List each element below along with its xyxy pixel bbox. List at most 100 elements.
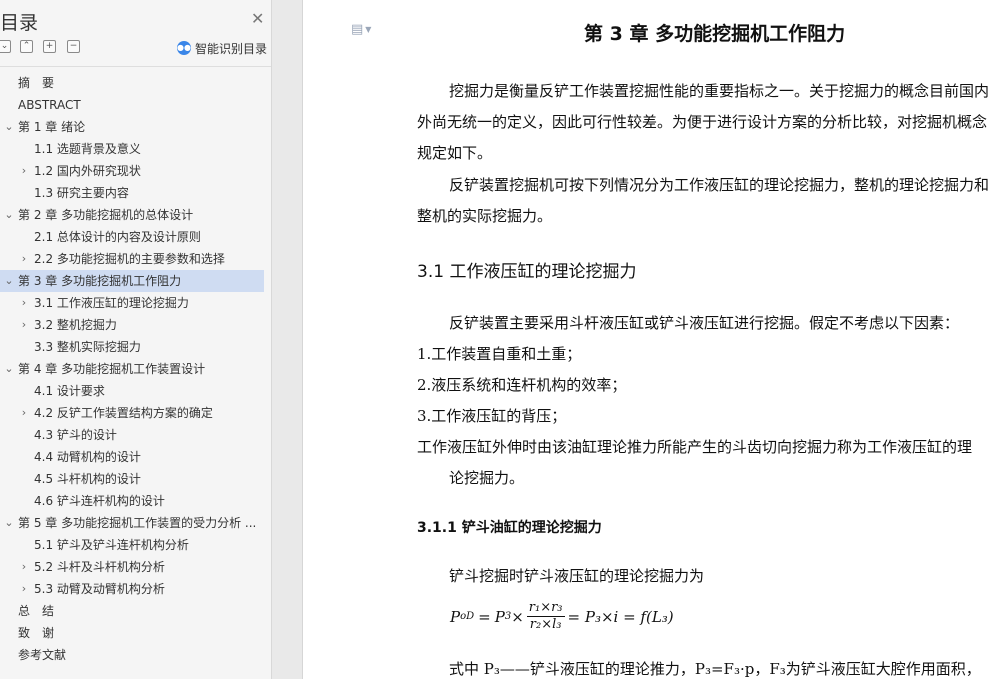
toc-item[interactable]: 4.6 铲斗连杆机构的设计 (0, 490, 271, 512)
toc-item-label: ABSTRACT (18, 98, 81, 112)
para5: 铲斗挖掘时铲斗液压缸的理论挖掘力为 (449, 567, 705, 585)
toc-item[interactable]: ⌄ 第 4 章 多功能挖掘机工作装置设计 (0, 358, 271, 380)
toc-item-label: 4.5 斗杆机构的设计 (34, 472, 141, 486)
sidebar-scrollbar[interactable] (263, 67, 271, 679)
toc-item[interactable]: 参考文献 (0, 644, 271, 666)
toc-item[interactable]: 致 谢 (0, 622, 271, 644)
toc-item-label: 4.1 设计要求 (34, 384, 105, 398)
toc-item-label: 1.1 选题背景及意义 (34, 142, 141, 156)
toc-item-label: 总 结 (18, 604, 55, 618)
digging-force-formula: PoD = P3 × r₁×r₃ r₂×l₃ = P₃×i = f(L₃) (450, 600, 674, 633)
chapter-title: 第 3 章 多功能挖掘机工作阻力 (584, 23, 846, 45)
formula-lhs: P (450, 607, 461, 626)
list-item-3: 3.工作液压缸的背压； (417, 407, 567, 425)
toc-item[interactable]: ⌄ 第 3 章 多功能挖掘机工作阻力 (0, 270, 264, 292)
subsection-heading: 3.1.1 铲斗油缸的理论挖掘力 (417, 520, 602, 536)
formula-p3: P (494, 607, 505, 626)
toc-item[interactable]: 1.3 研究主要内容 (0, 182, 271, 204)
formula-rhs: = P₃×i = f(L₃) (567, 607, 674, 626)
sidebar-divider (0, 66, 271, 67)
toc-item[interactable]: 4.3 铲斗的设计 (0, 424, 271, 446)
ai-recognize-label: 智能识别目录 (195, 41, 268, 56)
formula-lhs-sub: oD (460, 611, 475, 622)
toc-item-label: 4.3 铲斗的设计 (34, 428, 117, 442)
toc-item[interactable]: ABSTRACT (0, 94, 271, 116)
toc-item[interactable]: › 1.2 国内外研究现状 (0, 160, 271, 182)
toc-item-label: 3.3 整机实际挖掘力 (34, 340, 141, 354)
list-item-2: 2.液压系统和连杆机构的效率； (417, 376, 627, 394)
toc-item[interactable]: › 5.2 斗杆及斗杆机构分析 (0, 556, 271, 578)
list-item-1: 1.工作装置自重和土重； (417, 345, 582, 363)
para3: 反铲装置主要采用斗杆液压缸或铲斗液压缸进行挖掘。假定不考虑以下因素： (449, 314, 960, 332)
toc-item-label: 摘 要 (18, 76, 55, 90)
toc-item[interactable]: 4.5 斗杆机构的设计 (0, 468, 271, 490)
toc-item[interactable]: 1.1 选题背景及意义 (0, 138, 271, 160)
toc-item[interactable]: 4.1 设计要求 (0, 380, 271, 402)
ai-recognize-toc-button[interactable]: ●● 智能识别目录 (177, 40, 267, 56)
chevron-right-icon[interactable]: › (18, 292, 30, 314)
chevron-down-icon[interactable]: ⌄ (3, 116, 15, 138)
toc-item-label: 致 谢 (18, 626, 55, 640)
formula-denominator: r₂×l₃ (529, 617, 562, 632)
close-icon[interactable]: ✕ (251, 9, 264, 28)
collapse-all-icon[interactable]: ⌄ (0, 40, 11, 53)
toc-item-label: 参考文献 (18, 648, 67, 662)
chevron-right-icon[interactable]: › (18, 402, 30, 424)
toc-item-label: 4.2 反铲工作装置结构方案的确定 (34, 406, 213, 420)
toc-item-label: 3.1 工作液压缸的理论挖掘力 (34, 296, 189, 310)
toc-item-label: 第 3 章 多功能挖掘机工作阻力 (18, 274, 182, 288)
toc-item[interactable]: 总 结 (0, 600, 271, 622)
chevron-right-icon[interactable]: › (18, 248, 30, 270)
toc-item-label: 1.2 国内外研究现状 (34, 164, 141, 178)
chevron-down-icon[interactable]: ⌄ (3, 512, 15, 534)
toc-item-label: 2.1 总体设计的内容及设计原则 (34, 230, 201, 244)
toc-item[interactable]: ⌄ 第 1 章 绪论 (0, 116, 271, 138)
chevron-right-icon[interactable]: › (18, 578, 30, 600)
toc-item[interactable]: › 3.1 工作液压缸的理论挖掘力 (0, 292, 271, 314)
expand-up-icon[interactable]: ⌃ (20, 40, 33, 53)
toc-item[interactable]: ⌄ 第 2 章 多功能挖掘机的总体设计 (0, 204, 271, 226)
chevron-down-icon[interactable]: ⌄ (3, 270, 15, 292)
chevron-right-icon[interactable]: › (18, 160, 30, 182)
chevron-right-icon[interactable]: › (18, 556, 30, 578)
document-page: ▤ ▼ 第 3 章 多功能挖掘机工作阻力 挖掘力是衡量反铲工作装置挖掘性能的重要指… (302, 0, 1004, 679)
para4-line2: 论挖掘力。 (449, 469, 525, 487)
para6: 式中 P₃——铲斗液压缸的理论推力，P₃=F₃·p，F₃为铲斗液压缸大腔作用面积… (449, 660, 981, 678)
toc-item[interactable]: 摘 要 (0, 72, 271, 94)
toc-item-label: 5.1 铲斗及铲斗连杆机构分析 (34, 538, 189, 552)
toc-item[interactable]: 2.1 总体设计的内容及设计原则 (0, 226, 271, 248)
toc-item-label: 4.4 动臂机构的设计 (34, 450, 141, 464)
toc-item-label: 1.3 研究主要内容 (34, 186, 129, 200)
formula-numerator: r₁×r₃ (526, 600, 565, 617)
chevron-down-icon[interactable]: ⌄ (3, 204, 15, 226)
toc-item[interactable]: 3.3 整机实际挖掘力 (0, 336, 271, 358)
toc-item-label: 4.6 铲斗连杆机构的设计 (34, 494, 165, 508)
para1-line3: 规定如下。 (417, 144, 493, 162)
toc-item[interactable]: › 3.2 整机挖掘力 (0, 314, 271, 336)
formula-fraction: r₁×r₃ r₂×l₃ (526, 600, 565, 633)
toc-item-label: 第 1 章 绪论 (18, 120, 86, 134)
toc-item[interactable]: › 5.3 动臂及动臂机构分析 (0, 578, 271, 600)
toc-item-label: 5.2 斗杆及斗杆机构分析 (34, 560, 165, 574)
toc-item-label: 第 4 章 多功能挖掘机工作装置设计 (18, 362, 206, 376)
para1-line1: 挖掘力是衡量反铲工作装置挖掘性能的重要指标之一。关于挖掘力的概念目前国内 (449, 82, 990, 100)
toc-item-label: 5.3 动臂及动臂机构分析 (34, 582, 165, 596)
para2-line2: 整机的实际挖掘力。 (417, 207, 553, 225)
section-heading: 3.1 工作液压缸的理论挖掘力 (417, 262, 637, 282)
page-gutter (272, 0, 302, 679)
remove-item-icon[interactable]: − (67, 40, 80, 53)
toc-item[interactable]: › 4.2 反铲工作装置结构方案的确定 (0, 402, 271, 424)
ai-robot-icon: ●● (177, 41, 191, 55)
page-menu-icon[interactable]: ▤ ▼ (351, 22, 371, 37)
toc-item-label: 3.2 整机挖掘力 (34, 318, 117, 332)
chevron-down-icon[interactable]: ⌄ (3, 358, 15, 380)
toc-item[interactable]: ⌄ 第 5 章 多功能挖掘机工作装置的受力分析 ... (0, 512, 271, 534)
toc-sidebar: 目录 ✕ ⌄ ⌃ + − ●● 智能识别目录 摘 要 ABSTRACT ⌄ 第 1 章… (0, 0, 272, 679)
toc-item[interactable]: 4.4 动臂机构的设计 (0, 446, 271, 468)
toc-item[interactable]: 5.1 铲斗及铲斗连杆机构分析 (0, 534, 271, 556)
para2-line1: 反铲装置挖掘机可按下列情况分为工作液压缸的理论挖掘力，整机的理论挖掘力和 (449, 176, 990, 194)
chevron-right-icon[interactable]: › (18, 314, 30, 336)
toc-item[interactable]: › 2.2 多功能挖掘机的主要参数和选择 (0, 248, 271, 270)
add-item-icon[interactable]: + (43, 40, 56, 53)
formula-times: × (511, 607, 524, 626)
